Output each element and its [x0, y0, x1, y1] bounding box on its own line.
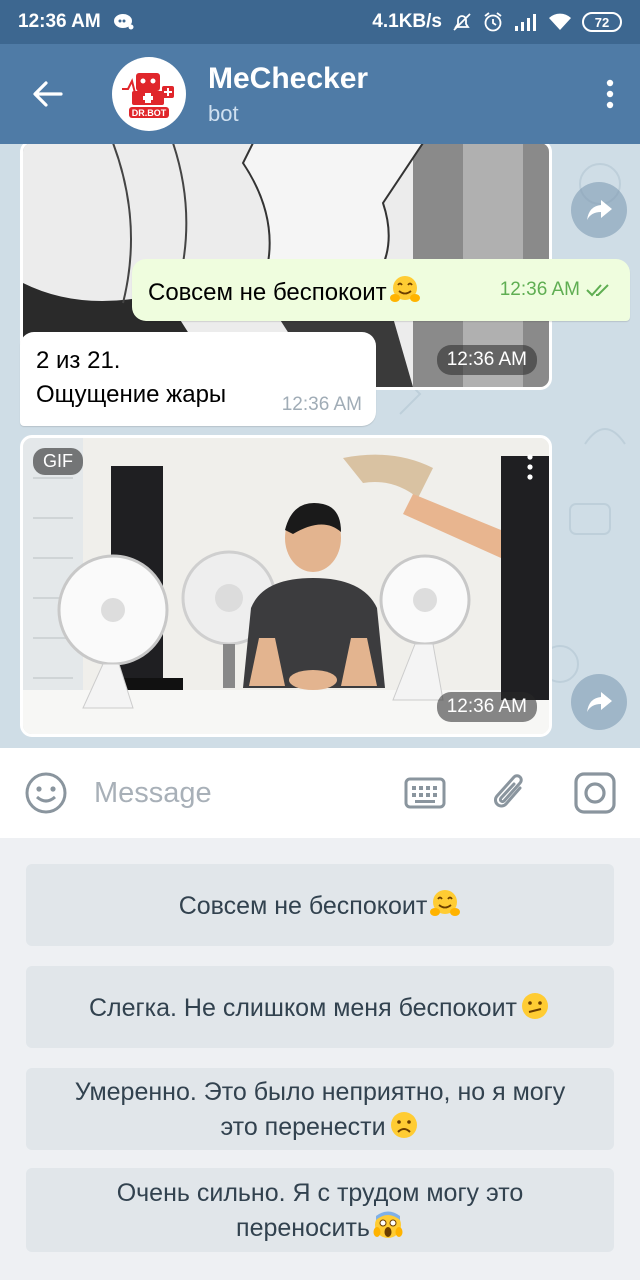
message-text: Совсем не беспокоит [148, 274, 421, 307]
frowning-emoji-icon [390, 1111, 417, 1138]
reply-label-line-2: это перенести [220, 1112, 386, 1141]
message-time: 12:36 AM [436, 692, 537, 722]
chat-title[interactable]: MeChecker [208, 61, 368, 97]
incoming-message[interactable]: 2 из 21. Ощущение жары 12:36 AM [20, 332, 376, 426]
alarm-icon [484, 12, 502, 32]
message-time: 12:36 AM [436, 345, 537, 375]
more-menu-button[interactable] [580, 44, 640, 144]
hugging-emoji-icon [389, 275, 420, 302]
gif-message[interactable]: GIF 12:36 AM [20, 435, 552, 737]
chat-header: DR.BOT MeChecker bot [0, 44, 640, 144]
reply-label: Слегка. Не слишком меня беспокоит [88, 993, 517, 1022]
confused-emoji-icon [522, 992, 548, 1019]
forward-button[interactable] [571, 182, 627, 238]
message-line-1: 2 из 21. [36, 347, 121, 374]
message-input[interactable]: Message [94, 777, 212, 810]
signal-icon [515, 14, 536, 31]
outgoing-message[interactable]: Совсем не беспокоит 12:36 AM [132, 259, 630, 321]
message-list[interactable]: 12:36 AM Совсем не беспокоит 12:36 AM 2 … [0, 144, 640, 748]
back-button[interactable] [0, 44, 96, 144]
forward-button[interactable] [571, 674, 627, 730]
reply-label-line-2: переносить [236, 1213, 370, 1242]
camera-icon[interactable] [574, 772, 616, 814]
emoji-smile-icon[interactable] [24, 771, 68, 815]
reply-button-3[interactable]: Умеренно. Это было неприятно, но я могу э… [26, 1068, 614, 1150]
reply-label: Совсем не беспокоит [178, 891, 428, 920]
battery-icon: 72 [582, 12, 622, 32]
avatar-text: DR.BOT [132, 108, 167, 118]
reply-button-1[interactable]: Совсем не беспокоит [26, 864, 614, 946]
message-time: 12:36 AM [499, 279, 580, 300]
network-speed: 4.1KB/s [372, 11, 442, 32]
reply-button-4[interactable]: Очень сильно. Я с трудом могу это перенос… [26, 1168, 614, 1252]
share-arrow-icon [587, 200, 612, 220]
reply-button-2[interactable]: Слегка. Не слишком меня беспокоит [26, 966, 614, 1048]
status-time: 12:36 AM [18, 11, 101, 32]
gif-preview-image [23, 438, 549, 734]
arrow-left-icon [33, 81, 63, 107]
keyboard-icon[interactable] [404, 777, 446, 809]
outgoing-text: Совсем не беспокоит [148, 278, 387, 306]
vertical-dots-icon [606, 79, 614, 109]
reply-label-line-1: Очень сильно. Я с трудом могу это [116, 1178, 524, 1207]
notification-bubble-icon [113, 14, 134, 30]
reply-label-line-1: Умеренно. Это было неприятно, но я могу [74, 1077, 566, 1106]
mute-bell-icon [453, 13, 471, 31]
gif-menu-icon[interactable] [527, 454, 533, 480]
message-input-bar: Message [0, 748, 640, 838]
double-check-icon [586, 284, 609, 297]
chat-subtitle: bot [208, 101, 239, 126]
status-bar: 12:36 AM 4.1KB/s 72 [0, 0, 640, 44]
bot-reply-keyboard: Совсем не беспокоит Слегка. Не слишком м… [0, 838, 640, 1280]
bot-avatar[interactable]: DR.BOT [112, 57, 186, 131]
paperclip-icon[interactable] [492, 772, 528, 814]
wifi-icon [549, 13, 571, 30]
message-time: 12:36 AM [281, 394, 362, 415]
screaming-emoji-icon [373, 1211, 403, 1238]
hugging-emoji-icon [430, 889, 461, 916]
share-arrow-icon [587, 692, 612, 712]
robot-logo-icon: DR.BOT [122, 73, 174, 118]
gif-badge: GIF [33, 448, 83, 475]
